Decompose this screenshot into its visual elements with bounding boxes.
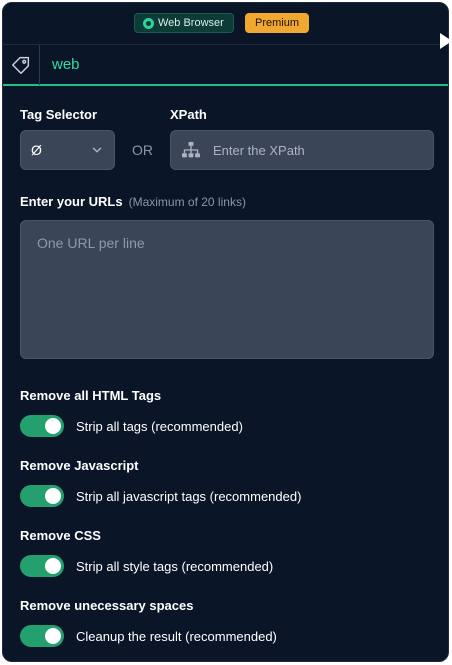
option-row-html: Strip all tags (recommended) [20, 415, 243, 437]
toggle-text-css: Strip all style tags (recommended) [76, 558, 274, 574]
option-label-css: Remove CSS [20, 528, 101, 543]
toggle-strip-css[interactable] [20, 555, 64, 577]
urls-hint: (Maximum of 20 links) [128, 195, 246, 209]
urls-label: Enter your URLs [20, 194, 123, 209]
node-title[interactable]: web [52, 56, 80, 73]
web-browser-badge-label: Web Browser [158, 17, 224, 29]
toggle-knob [45, 628, 61, 644]
premium-badge: Premium [245, 13, 310, 33]
option-row-spaces: Cleanup the result (recommended) [20, 625, 277, 647]
toggle-strip-html[interactable] [20, 415, 64, 437]
toggle-text-js: Strip all javascript tags (recommended) [76, 488, 302, 504]
toggle-cleanup-spaces[interactable] [20, 625, 64, 647]
toggle-strip-js[interactable] [20, 485, 64, 507]
toggle-knob [45, 418, 61, 434]
web-browser-badge: Web Browser [134, 13, 234, 33]
xpath-input[interactable] [211, 141, 415, 159]
toggle-text-html: Strip all tags (recommended) [76, 418, 243, 434]
urls-label-row: Enter your URLs (Maximum of 20 links) [20, 194, 246, 209]
chrome-icon [143, 17, 154, 29]
sitemap-icon [181, 141, 201, 159]
chevron-down-icon [90, 143, 104, 157]
node-header: web [3, 44, 448, 86]
tag-icon [3, 45, 40, 85]
top-bar: Web Browser Premium [3, 3, 448, 45]
urls-textarea[interactable] [20, 220, 434, 359]
tag-selector-value: Ø [31, 142, 42, 158]
web-node-panel: Web Browser Premium web Tag Selector XPa… [2, 2, 449, 662]
play-icon[interactable] [440, 33, 452, 49]
toggle-knob [45, 488, 61, 504]
xpath-label: XPath [170, 107, 207, 122]
option-row-js: Strip all javascript tags (recommended) [20, 485, 301, 507]
option-label-js: Remove Javascript [20, 458, 139, 473]
tag-selector-dropdown[interactable]: Ø [20, 130, 115, 170]
tag-selector-label: Tag Selector [20, 107, 98, 122]
or-separator: OR [132, 142, 153, 158]
option-label-spaces: Remove unecessary spaces [20, 598, 194, 613]
xpath-field[interactable] [170, 130, 434, 170]
option-label-html: Remove all HTML Tags [20, 388, 162, 403]
premium-badge-label: Premium [255, 17, 300, 29]
toggle-text-spaces: Cleanup the result (recommended) [76, 628, 277, 644]
option-row-css: Strip all style tags (recommended) [20, 555, 273, 577]
toggle-knob [45, 558, 61, 574]
